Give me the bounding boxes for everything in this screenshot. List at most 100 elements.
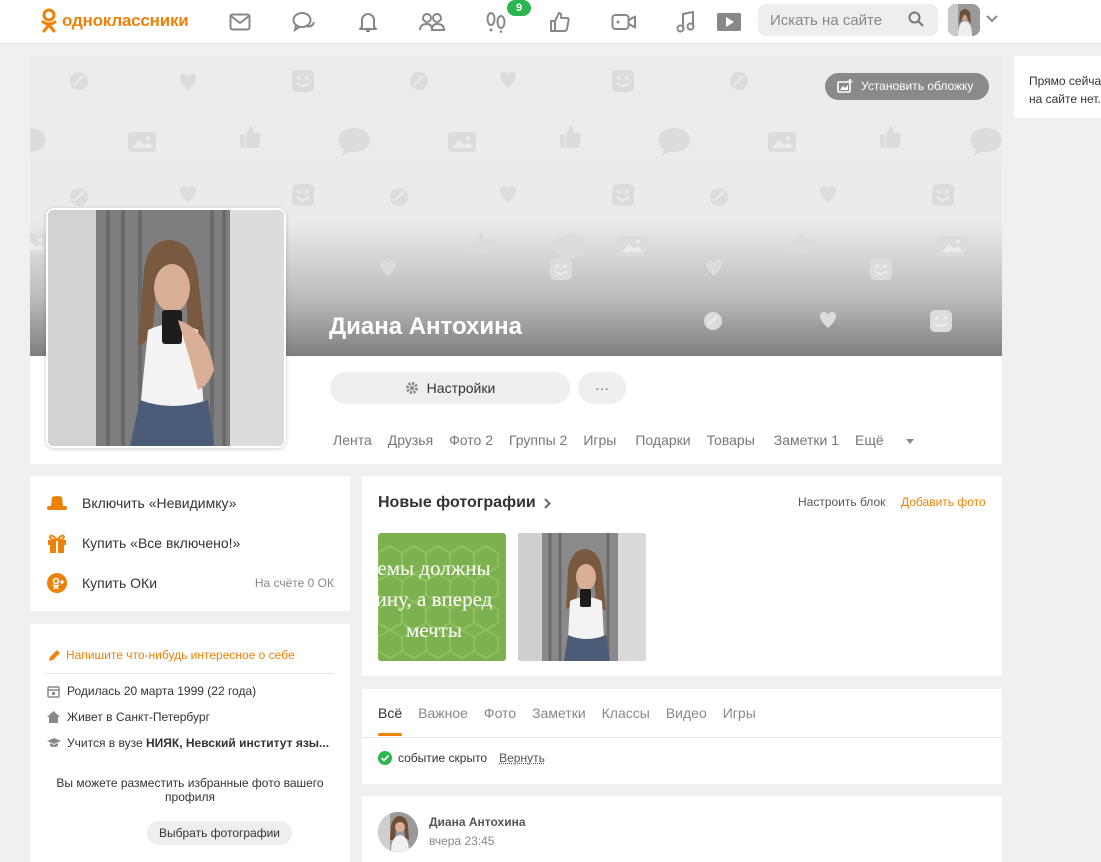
ok-coin-icon (46, 572, 68, 594)
divider (46, 673, 334, 674)
tab-notes[interactable]: Заметки 1 (774, 432, 839, 448)
logo-text: одноклассники (62, 11, 189, 31)
search-icon[interactable] (908, 11, 924, 27)
image-add-icon (837, 79, 853, 93)
pencil-icon (48, 649, 61, 662)
tab-photos[interactable]: Фото 2 (449, 432, 493, 448)
guests-badge: 9 (507, 0, 531, 16)
all-inclusive-item[interactable]: Купить «Все включено!» (46, 532, 240, 554)
post-author-name[interactable]: Диана Антохина (429, 815, 526, 829)
quote-line-1: емы должны (378, 553, 506, 584)
favorites-hint: Вы можете разместить избранные фото ваше… (46, 776, 334, 804)
online-friends-panel: Прямо сейча на сайте нет. (1014, 56, 1101, 118)
quote-text: емы должны ину, а вперед мечты (378, 553, 506, 646)
set-cover-label: Установить обложку (861, 79, 973, 93)
music-icon[interactable] (673, 9, 699, 35)
ok-logo-icon (40, 8, 58, 34)
hidden-event-text: событие скрыто (398, 751, 487, 765)
feed-tabs: Всё Важное Фото Заметки Классы Видео Игр… (378, 705, 772, 721)
photo-thumb-quote[interactable]: емы должны ину, а вперед мечты (378, 533, 506, 661)
quote-line-2: ину, а вперед (378, 584, 506, 615)
chevron-right-icon (544, 498, 551, 509)
active-tab-indicator (378, 733, 402, 736)
set-cover-button[interactable]: Установить обложку (825, 73, 989, 100)
online-note-line1: Прямо сейча (1029, 72, 1101, 90)
feed-tab-notes[interactable]: Заметки (532, 705, 586, 721)
add-photo-link[interactable]: Добавить фото (901, 495, 986, 509)
write-about-label: Напишите что-нибудь интересное о себе (66, 648, 295, 662)
tab-gifts[interactable]: Подарки (635, 432, 690, 448)
location-row: Живет в Санкт-Петербург (47, 710, 210, 724)
all-inclusive-label: Купить «Все включено!» (82, 535, 240, 551)
new-photos-title-text: Новые фотографии (378, 494, 536, 512)
feed-tab-likes[interactable]: Классы (602, 705, 650, 721)
quote-line-3: мечты (378, 615, 506, 646)
ok-balance: На счёте 0 ОК (255, 576, 334, 590)
post-timestamp: вчера 23:45 (429, 834, 494, 848)
education-row: Учится в вузе НИЯК, Невский институт язы… (47, 736, 329, 750)
feed-post: Диана Антохина вчера 23:45 (362, 796, 1002, 862)
friends-icon[interactable] (419, 9, 445, 35)
education-prefix: Учится в вузе (67, 736, 146, 750)
feed-tab-all[interactable]: Всё (378, 705, 402, 721)
user-avatar[interactable] (948, 4, 980, 36)
new-photos-title[interactable]: Новые фотографии (378, 494, 551, 512)
gear-icon (405, 381, 419, 395)
video-icon[interactable] (611, 9, 637, 35)
birthday-text: Родилась 20 марта 1999 (22 года) (67, 684, 256, 698)
tab-groups[interactable]: Группы 2 (509, 432, 567, 448)
divider (362, 737, 1002, 738)
mail-icon[interactable] (227, 9, 253, 35)
feed-filter-card: Всё Важное Фото Заметки Классы Видео Игр… (362, 689, 1002, 784)
tab-friends[interactable]: Друзья (388, 432, 433, 448)
location-text: Живет в Санкт-Петербург (67, 710, 210, 724)
settings-label: Настройки (427, 380, 496, 396)
buy-ok-label: Купить ОКи (82, 575, 157, 591)
play-icon[interactable] (716, 9, 742, 35)
online-note-line2: на сайте нет. (1029, 90, 1101, 108)
invisible-mode-label: Включить «Невидимку» (82, 495, 236, 511)
feed-tab-photo[interactable]: Фото (484, 705, 516, 721)
feed-tab-games[interactable]: Игры (723, 705, 756, 721)
logo[interactable]: одноклассники (40, 8, 189, 34)
invisible-mode-item[interactable]: Включить «Невидимку» (46, 492, 236, 514)
profile-name: Диана Антохина (329, 313, 522, 341)
tab-games[interactable]: Игры (583, 432, 616, 448)
profile-tabs: Лента Друзья Фото 2 Группы 2 Игры Подарк… (333, 432, 930, 448)
more-dots: ··· (595, 380, 609, 396)
check-circle-icon (378, 751, 392, 765)
tab-goods[interactable]: Товары (707, 432, 755, 448)
settings-button[interactable]: Настройки (330, 372, 570, 404)
feed-tab-video[interactable]: Видео (666, 705, 707, 721)
buy-ok-item[interactable]: Купить ОКи (46, 572, 157, 594)
tab-feed[interactable]: Лента (333, 432, 372, 448)
tab-more-label: Ещё (855, 432, 884, 448)
write-about-link[interactable]: Напишите что-нибудь интересное о себе (48, 648, 295, 662)
choose-photos-button[interactable]: Выбрать фотографии (147, 821, 292, 845)
top-bar: одноклассники 9 (0, 0, 1101, 44)
feed-tab-important[interactable]: Важное (418, 705, 468, 721)
profile-photo-image (48, 210, 284, 446)
home-icon (47, 711, 61, 723)
post-author-avatar[interactable] (378, 812, 418, 852)
more-actions-button[interactable]: ··· (578, 372, 626, 404)
gift-icon (46, 532, 68, 554)
chat-icon[interactable] (291, 9, 317, 35)
graduation-cap-icon (47, 737, 61, 749)
chevron-down-icon[interactable] (986, 15, 998, 23)
birthday-row: Родилась 20 марта 1999 (22 года) (47, 684, 256, 698)
photo-thumb-selfie[interactable] (518, 533, 646, 661)
bell-icon[interactable] (355, 9, 381, 35)
about-card: Напишите что-нибудь интересное о себе Ро… (30, 624, 350, 862)
calendar-icon (47, 685, 61, 698)
likes-icon[interactable] (547, 9, 573, 35)
hidden-event-notice: событие скрыто Вернуть (378, 751, 545, 765)
caret-down-icon (906, 439, 914, 444)
tab-more[interactable]: Ещё (855, 432, 914, 448)
guests-icon[interactable] (483, 9, 509, 35)
undo-link[interactable]: Вернуть (499, 751, 545, 765)
profile-photo[interactable] (46, 208, 286, 448)
education-name[interactable]: НИЯК, Невский институт язы... (146, 736, 329, 750)
new-photos-card: Новые фотографии Настроить блок Добавить… (362, 476, 1002, 676)
configure-block-link[interactable]: Настроить блок (798, 495, 885, 509)
